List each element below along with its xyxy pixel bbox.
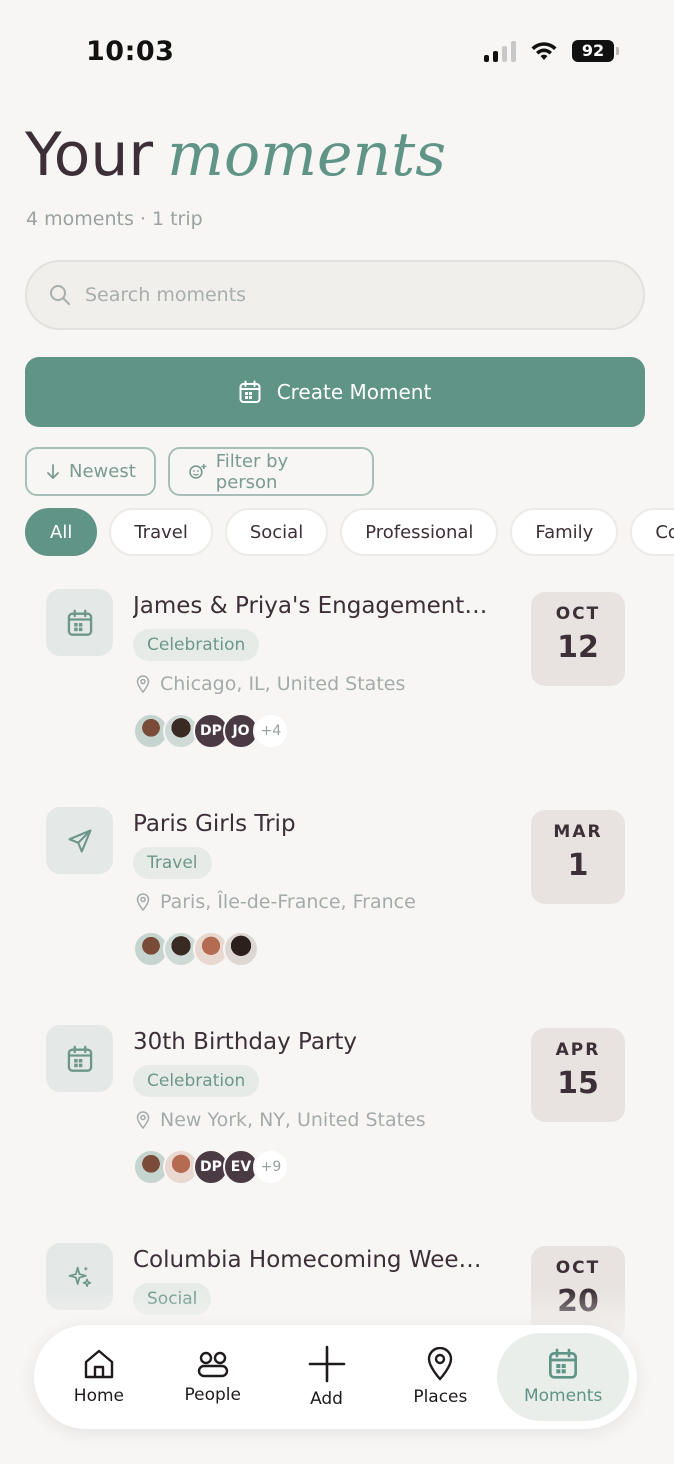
moment-month: OCT: [555, 1258, 601, 1278]
sparkles-icon: [68, 1266, 91, 1287]
filter-by-person-button[interactable]: Filter by person: [168, 447, 374, 496]
moment-type-badge: [46, 807, 113, 874]
nav-people-label: People: [184, 1385, 241, 1405]
moment-location-text: Chicago, IL, United States: [160, 673, 406, 695]
moment-month: APR: [555, 1040, 601, 1060]
chip-professional[interactable]: Professional: [340, 508, 499, 556]
moment-title: 30th Birthday Party: [133, 1029, 358, 1055]
status-icons: 92: [484, 40, 619, 62]
chip-travel[interactable]: Travel: [109, 508, 213, 556]
moment-title: Columbia Homecoming Weeke...: [133, 1247, 493, 1273]
moment-location: Chicago, IL, United States: [136, 673, 405, 695]
calendar-icon: [549, 1348, 578, 1379]
moment-card[interactable]: 30th Birthday Party Celebration New York…: [46, 1025, 626, 1215]
moment-day: 12: [557, 630, 599, 665]
moment-card[interactable]: Paris Girls Trip Travel Paris, Île-de-Fr…: [46, 807, 626, 997]
sort-newest-button[interactable]: Newest: [25, 447, 156, 496]
nav-moments[interactable]: Moments: [497, 1333, 630, 1421]
person-add-icon: [189, 463, 207, 479]
moment-type-badge: [46, 589, 113, 656]
search-input[interactable]: [85, 284, 585, 306]
avatar: [223, 931, 259, 967]
sort-label: Newest: [69, 461, 136, 482]
moment-title: Paris Girls Trip: [133, 811, 296, 837]
moment-location: Paris, Île-de-France, France: [136, 891, 416, 913]
home-icon: [84, 1349, 114, 1379]
calendar-icon: [67, 609, 92, 636]
moment-location-text: New York, NY, United States: [160, 1109, 426, 1131]
moments-screen: 10:03 92 Your moments 4 moments · 1 trip …: [0, 0, 674, 1464]
moment-attendees[interactable]: DP EV +9: [133, 1149, 289, 1185]
moment-location-text: Paris, Île-de-France, France: [160, 891, 416, 913]
map-pin-icon: [428, 1347, 453, 1381]
send-icon: [67, 828, 92, 853]
more-attendees-count: +9: [253, 1149, 289, 1185]
page-subtitle: 4 moments · 1 trip: [26, 208, 203, 230]
nav-places[interactable]: Places: [383, 1333, 497, 1421]
calendar-icon: [67, 1045, 92, 1072]
moment-attendees[interactable]: DP JO +4: [133, 713, 289, 749]
moment-month: MAR: [553, 822, 603, 842]
moment-date-badge: OCT 12: [531, 592, 625, 686]
status-time: 10:03: [86, 36, 175, 67]
map-pin-icon: [136, 1111, 150, 1129]
nav-add[interactable]: Add: [270, 1333, 384, 1421]
cellular-signal-icon: [484, 40, 516, 62]
create-moment-label: Create Moment: [276, 380, 432, 404]
map-pin-icon: [136, 893, 150, 911]
category-chips: All Travel Social Professional Family Co…: [25, 508, 674, 556]
chip-all[interactable]: All: [25, 508, 98, 556]
map-pin-icon: [136, 675, 150, 693]
chip-social[interactable]: Social: [224, 508, 329, 556]
nav-moments-label: Moments: [523, 1386, 603, 1406]
moment-attendees[interactable]: [133, 931, 259, 967]
chip-family[interactable]: Family: [510, 508, 619, 556]
create-moment-button[interactable]: Create Moment: [25, 357, 645, 427]
people-icon: [197, 1351, 228, 1378]
moment-location: New York, NY, United States: [136, 1109, 426, 1131]
moment-title: James & Priya's Engagement P...: [133, 593, 493, 619]
search-icon: [50, 285, 70, 305]
nav-home-label: Home: [73, 1386, 124, 1406]
moment-month: OCT: [555, 604, 601, 624]
arrow-down-icon: [47, 463, 59, 479]
moment-tag: Celebration: [133, 1065, 260, 1097]
moment-tag: Travel: [133, 847, 212, 879]
plus-icon: [308, 1345, 345, 1383]
moment-card[interactable]: James & Priya's Engagement P... Celebrat…: [46, 589, 626, 779]
chip-community[interactable]: Com: [630, 508, 674, 556]
battery-indicator: 92: [572, 40, 619, 62]
nav-home[interactable]: Home: [42, 1333, 156, 1421]
calendar-icon: [239, 380, 261, 403]
filter-label: Filter by person: [215, 450, 289, 493]
nav-places-label: Places: [413, 1387, 468, 1407]
moment-type-badge: [46, 1025, 113, 1092]
page-title-accent: moments: [167, 120, 447, 190]
nav-people[interactable]: People: [156, 1333, 270, 1421]
nav-add-label: Add: [310, 1389, 343, 1409]
moment-date-badge: MAR 1: [531, 810, 625, 904]
moment-tag: Celebration: [133, 629, 260, 661]
page-title-plain: Your: [25, 120, 154, 190]
moment-day: 1: [567, 848, 589, 883]
search-bar[interactable]: [25, 260, 645, 330]
page-title: Your moments: [25, 120, 446, 190]
moment-day: 15: [557, 1066, 599, 1101]
more-attendees-count: +4: [253, 713, 289, 749]
bottom-nav: Home People Add Places Moments: [34, 1325, 637, 1429]
moment-date-badge: APR 15: [531, 1028, 625, 1122]
wifi-icon: [531, 42, 557, 60]
